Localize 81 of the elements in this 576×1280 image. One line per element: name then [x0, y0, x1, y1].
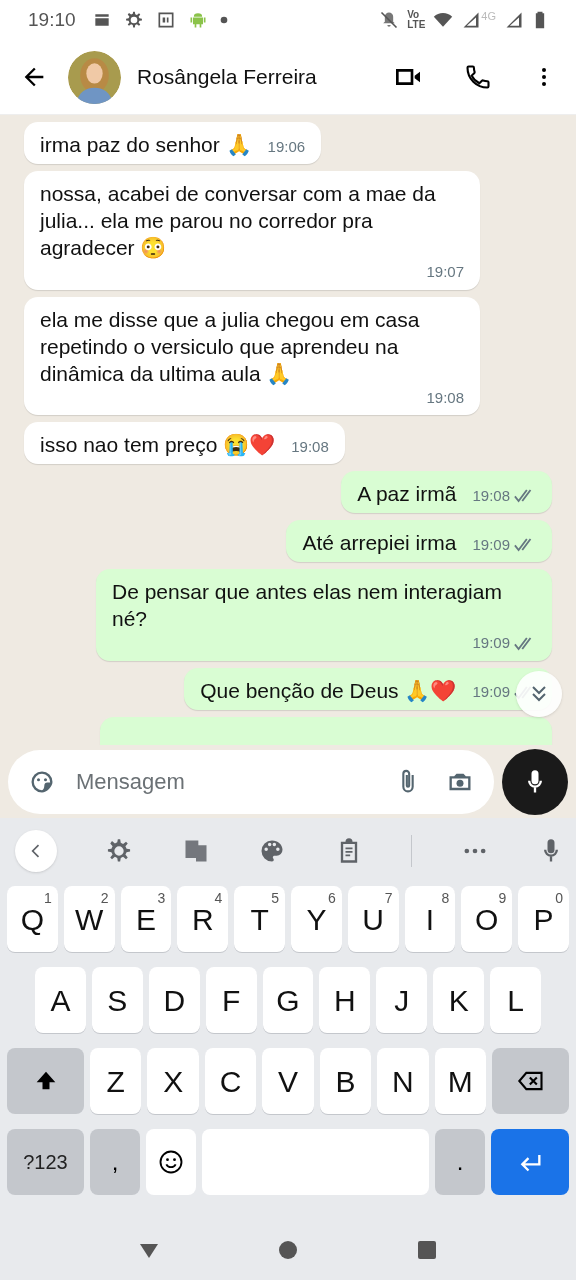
sent-message-bubble[interactable]: De pensar que antes elas nem interagiam né? 19:09 [96, 569, 552, 661]
message-text: A paz irmã [357, 481, 457, 507]
comma-key[interactable]: , [90, 1129, 140, 1195]
message-time: 19:07 [426, 262, 464, 282]
keyboard-key[interactable]: P 0 [518, 886, 569, 952]
signal-icon [504, 10, 524, 30]
keyboard-key[interactable]: K [433, 967, 485, 1033]
key-number-hint: 7 [384, 889, 393, 908]
signal-icon [461, 10, 482, 30]
clock: 19:10 [28, 7, 76, 32]
home-circle-icon[interactable] [276, 1238, 300, 1262]
dot-icon [219, 16, 228, 24]
key-number-hint: 9 [498, 889, 507, 908]
data-indicator: 4G [481, 8, 496, 24]
keyboard-key[interactable]: O 9 [461, 886, 513, 952]
received-message-bubble[interactable]: ela me disse que a julia chegou em casa repetindo o versiculo que aprendeu na dinâmica da ultima aula 🙏 19:08 [24, 296, 480, 415]
received-message-bubble[interactable]: isso nao tem preço 😭❤ 19:08 [24, 422, 345, 464]
keyboard-key[interactable]: T 5 [234, 886, 285, 952]
emoji-key[interactable] [146, 1129, 196, 1195]
keyboard-key[interactable]: M [434, 1048, 486, 1114]
key-number-hint: 2 [100, 889, 109, 908]
message-text: De pensar que antes elas nem interagiam né? [112, 579, 503, 632]
message-time: 19:08 [291, 436, 329, 457]
message-time: 19:08 [472, 485, 510, 506]
message-composer[interactable]: Mensagem [8, 749, 494, 814]
symbols-key[interactable]: ?123 [7, 1129, 84, 1195]
keyboard-key[interactable]: Z [90, 1048, 142, 1114]
key-number-hint: 3 [157, 889, 166, 908]
message-time: 19:09 [472, 682, 510, 702]
keyboard-key[interactable]: I 8 [404, 886, 456, 952]
keyboard-key[interactable]: R 4 [177, 886, 229, 952]
period-key[interactable]: . [435, 1129, 485, 1195]
keyboard-key[interactable]: C [204, 1048, 257, 1114]
message-text: isso nao tem preço 😭❤ [40, 432, 276, 458]
received-message-bubble[interactable]: nossa, acabei de conversar com a mae da julia... ela me parou no corredor pra agradecer 😳 19:07 [24, 171, 480, 290]
message-text: irma paz do senhor 🙏 [40, 132, 252, 158]
message-text: ela me disse que a julia chegou em casa repetindo o versiculo que aprendeu na dinâmica da ultima aula 🙏 [40, 306, 421, 387]
volte-indicator: Vo LTE [407, 10, 426, 30]
message-time: 19:09 [472, 633, 510, 653]
keyboard-key[interactable]: A [35, 967, 86, 1033]
contact-avatar[interactable] [68, 50, 121, 104]
sent-message-bubble[interactable]: Até arrepiei irma 19:09 [286, 520, 552, 562]
message-text: nossa, acabei de conversar com a mae da julia... ela me parou no corredor pra agradecer 😳 [40, 181, 437, 261]
message-time: 19:09 [472, 534, 510, 555]
key-number-hint: 8 [441, 889, 450, 908]
shift-key[interactable] [7, 1048, 84, 1114]
keyboard-key[interactable]: W 2 [63, 886, 115, 952]
keyboard-key[interactable]: H [319, 967, 371, 1033]
keyboard-key[interactable]: Y 6 [291, 886, 342, 952]
keyboard-key[interactable]: S [91, 967, 143, 1033]
keyboard-key[interactable]: N [377, 1048, 429, 1114]
smiley-icon [157, 1148, 185, 1176]
keyboard-key[interactable]: X [147, 1048, 199, 1114]
key-number-hint: 0 [555, 889, 563, 908]
keyboard-key[interactable]: E 3 [120, 886, 172, 952]
scroll-down-button[interactable] [516, 671, 562, 717]
sent-message-bubble[interactable]: A paz irmã 19:08 [341, 471, 552, 513]
keyboard-key[interactable]: B [319, 1048, 372, 1114]
backspace-key[interactable] [492, 1048, 569, 1114]
key-number-hint: 5 [271, 889, 279, 908]
bell-off-icon [379, 10, 400, 30]
message-text: Até arrepiei irma [302, 530, 457, 556]
keyboard-key[interactable]: Q 1 [7, 886, 58, 952]
gear-icon [123, 10, 144, 30]
received-message-bubble[interactable]: irma paz do senhor 🙏 19:06 [24, 122, 322, 164]
keyboard-key[interactable]: G [262, 967, 314, 1033]
key-number-hint: 6 [328, 889, 336, 908]
contact-name[interactable]: Rosângela Ferreira [137, 61, 317, 93]
enter-key[interactable] [491, 1129, 569, 1195]
phone-icon[interactable] [464, 63, 492, 91]
keyboard-key[interactable]: D [148, 967, 200, 1033]
key-number-hint: 4 [214, 889, 223, 908]
message-time: 19:06 [267, 136, 306, 157]
key-number-hint: 1 [44, 889, 52, 908]
keyboard-key[interactable]: V [262, 1048, 314, 1114]
keyboard-key[interactable]: J [376, 967, 428, 1033]
message-text: Que benção de Deus 🙏❤ [200, 677, 457, 704]
keyboard-key[interactable]: U 7 [347, 886, 399, 952]
keyboard-key[interactable]: L [490, 967, 541, 1033]
message-time: 19:08 [426, 387, 464, 408]
keyboard-key[interactable]: F [205, 967, 257, 1033]
